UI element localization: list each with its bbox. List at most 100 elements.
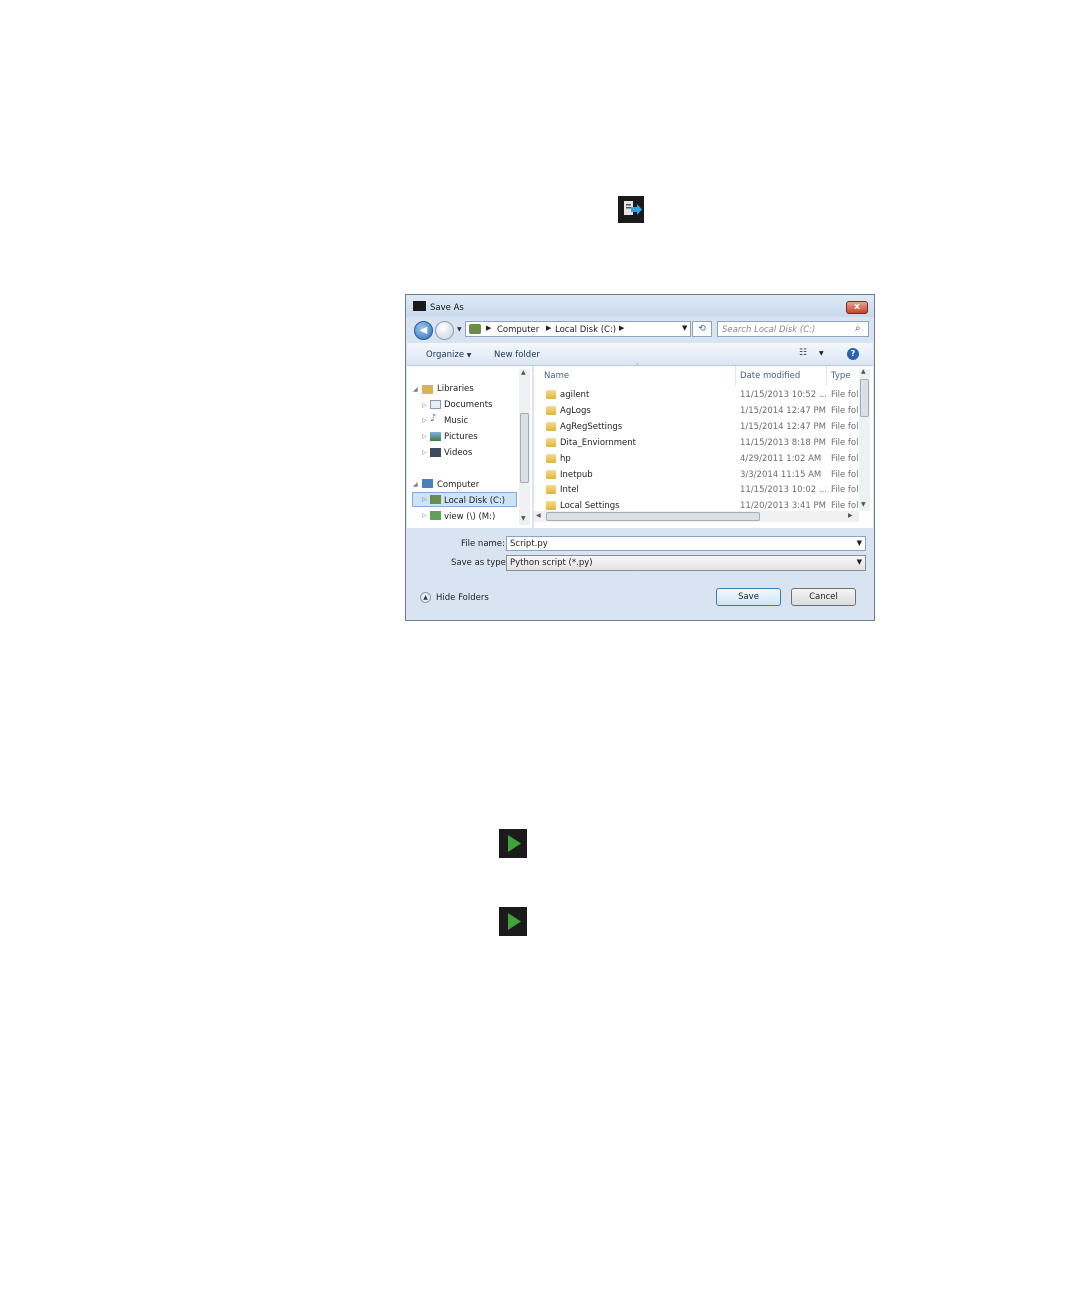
- file-date: 1/15/2014 12:47 PM: [740, 422, 826, 432]
- nav-scrollbar[interactable]: ▲ ▼: [519, 369, 530, 525]
- libraries-icon: [422, 385, 433, 394]
- file-name: agilent: [560, 390, 590, 400]
- nav-item-videos[interactable]: Videos: [444, 448, 472, 458]
- folder-icon: [546, 501, 556, 510]
- title-bar: Save As x: [406, 295, 874, 317]
- nav-scroll-thumb[interactable]: [520, 413, 529, 483]
- forward-button[interactable]: [435, 321, 454, 340]
- column-header-name[interactable]: Name: [544, 371, 569, 381]
- documents-icon: [430, 400, 441, 409]
- computer-icon: [422, 479, 433, 488]
- folder-icon: [546, 470, 556, 479]
- breadcrumb-local-disk[interactable]: Local Disk (C:): [555, 325, 616, 335]
- file-date: 4/29/2011 1:02 AM: [740, 454, 822, 464]
- table-row[interactable]: Local Settings 11/20/2013 3:41 PM File f…: [534, 498, 859, 511]
- nav-item-documents[interactable]: Documents: [444, 400, 492, 410]
- collapse-arrow-icon[interactable]: ◢: [413, 386, 418, 393]
- file-name-field[interactable]: Script.py ▼: [506, 536, 866, 551]
- save-as-dialog: Save As x ◀ ▼ ▶ Computer ▶ Local Disk (C…: [405, 294, 875, 621]
- file-name-dropdown-icon[interactable]: ▼: [857, 539, 862, 547]
- breadcrumb-arrow-icon[interactable]: ▶: [546, 324, 551, 332]
- videos-icon: [430, 448, 441, 457]
- back-button[interactable]: ◀: [414, 321, 433, 340]
- file-name: Inetpub: [560, 470, 593, 480]
- nav-item-local-disk[interactable]: Local Disk (C:): [444, 496, 505, 506]
- table-row[interactable]: Inetpub 3/3/2014 11:15 AM File folder: [534, 467, 859, 483]
- column-divider[interactable]: [735, 366, 736, 386]
- help-icon[interactable]: ?: [847, 348, 859, 360]
- horizontal-scroll-thumb[interactable]: [546, 512, 760, 521]
- file-list-vertical-scrollbar[interactable]: ▲ ▼: [859, 368, 870, 511]
- scroll-down-icon[interactable]: ▼: [521, 515, 526, 522]
- column-header-type[interactable]: Type: [831, 371, 851, 381]
- export-script-icon[interactable]: [618, 196, 644, 223]
- view-dropdown-icon[interactable]: ▼: [819, 350, 824, 357]
- breadcrumb-arrow-icon[interactable]: ▶: [486, 324, 491, 332]
- file-date: 3/3/2014 11:15 AM: [740, 470, 822, 480]
- breadcrumb-arrow-icon[interactable]: ▶: [619, 324, 624, 332]
- search-icon[interactable]: ⌕: [855, 323, 861, 334]
- collapse-arrow-icon[interactable]: ◢: [413, 481, 418, 488]
- expand-arrow-icon[interactable]: ▷: [422, 433, 427, 440]
- cancel-button[interactable]: Cancel: [791, 588, 856, 606]
- hide-folders-label: Hide Folders: [436, 593, 489, 603]
- pictures-icon: [430, 432, 441, 441]
- refresh-button[interactable]: ⟲: [692, 321, 712, 337]
- table-row[interactable]: hp 4/29/2011 1:02 AM File folder: [534, 451, 859, 467]
- file-name-value[interactable]: Script.py: [510, 539, 548, 549]
- file-name-label: File name:: [461, 539, 505, 549]
- address-bar[interactable]: ▶ Computer ▶ Local Disk (C:) ▶ ▼: [465, 321, 691, 337]
- recent-pages-dropdown-icon[interactable]: ▼: [457, 326, 462, 333]
- scroll-right-icon[interactable]: ▶: [848, 512, 853, 519]
- file-list-horizontal-scrollbar[interactable]: ◀ ▶: [534, 511, 859, 522]
- expand-arrow-icon[interactable]: ▷: [422, 402, 427, 409]
- column-header-date[interactable]: Date modified: [740, 371, 800, 381]
- play-icon[interactable]: [499, 829, 527, 858]
- search-box[interactable]: Search Local Disk (C:) ⌕: [717, 321, 869, 337]
- scroll-left-icon[interactable]: ◀: [536, 512, 541, 519]
- change-view-icon[interactable]: ☷: [799, 348, 807, 358]
- play-icon[interactable]: [499, 907, 527, 936]
- table-row[interactable]: AgLogs 1/15/2014 12:47 PM File folder: [534, 403, 859, 419]
- drive-icon: [469, 324, 481, 334]
- nav-item-computer[interactable]: Computer: [437, 480, 479, 490]
- save-button[interactable]: Save: [716, 588, 781, 606]
- expand-arrow-icon[interactable]: ▷: [422, 417, 427, 424]
- nav-item-pictures[interactable]: Pictures: [444, 432, 478, 442]
- new-folder-button[interactable]: New folder: [494, 350, 540, 360]
- nav-item-music[interactable]: Music: [444, 416, 468, 426]
- scroll-down-icon[interactable]: ▼: [861, 501, 866, 508]
- file-type: File folder: [831, 422, 859, 432]
- folder-icon: [546, 390, 556, 399]
- save-as-type-select[interactable]: Python script (*.py) ▼: [506, 555, 866, 571]
- folder-icon: [546, 438, 556, 447]
- nav-item-libraries[interactable]: Libraries: [437, 384, 474, 394]
- vertical-scroll-thumb[interactable]: [860, 379, 869, 417]
- expand-arrow-icon[interactable]: ▷: [422, 512, 427, 519]
- address-dropdown-icon[interactable]: ▼: [682, 324, 687, 332]
- save-as-type-label: Save as type:: [451, 558, 509, 568]
- collapse-up-icon: ▲: [420, 592, 431, 603]
- drive-icon: [430, 495, 441, 504]
- file-type: File folder: [831, 390, 859, 400]
- search-input[interactable]: Search Local Disk (C:): [722, 325, 815, 335]
- table-row[interactable]: Dita_Enviornment 11/15/2013 8:18 PM File…: [534, 435, 859, 451]
- file-name: Dita_Enviornment: [560, 438, 637, 448]
- column-divider[interactable]: [826, 366, 827, 386]
- expand-arrow-icon[interactable]: ▷: [422, 496, 427, 503]
- table-row[interactable]: agilent 11/15/2013 10:52 ... File folder: [534, 387, 859, 403]
- toolbar: Organize ▼ New folder ☷ ▼ ?: [407, 343, 873, 366]
- table-row[interactable]: AgRegSettings 1/15/2014 12:47 PM File fo…: [534, 419, 859, 435]
- table-row[interactable]: Intel 11/15/2013 10:02 ... File folder: [534, 482, 859, 498]
- file-type: File folder: [831, 438, 859, 448]
- expand-arrow-icon[interactable]: ▷: [422, 449, 427, 456]
- close-button[interactable]: x: [846, 301, 868, 314]
- file-type: File folder: [831, 470, 859, 480]
- breadcrumb-computer[interactable]: Computer: [497, 325, 539, 335]
- nav-item-view-drive[interactable]: view (\) (M:): [444, 512, 495, 522]
- scroll-up-icon[interactable]: ▲: [521, 369, 526, 376]
- app-icon: [413, 301, 426, 311]
- scroll-up-icon[interactable]: ▲: [861, 368, 866, 375]
- organize-button[interactable]: Organize ▼: [426, 350, 471, 360]
- folder-icon: [546, 406, 556, 415]
